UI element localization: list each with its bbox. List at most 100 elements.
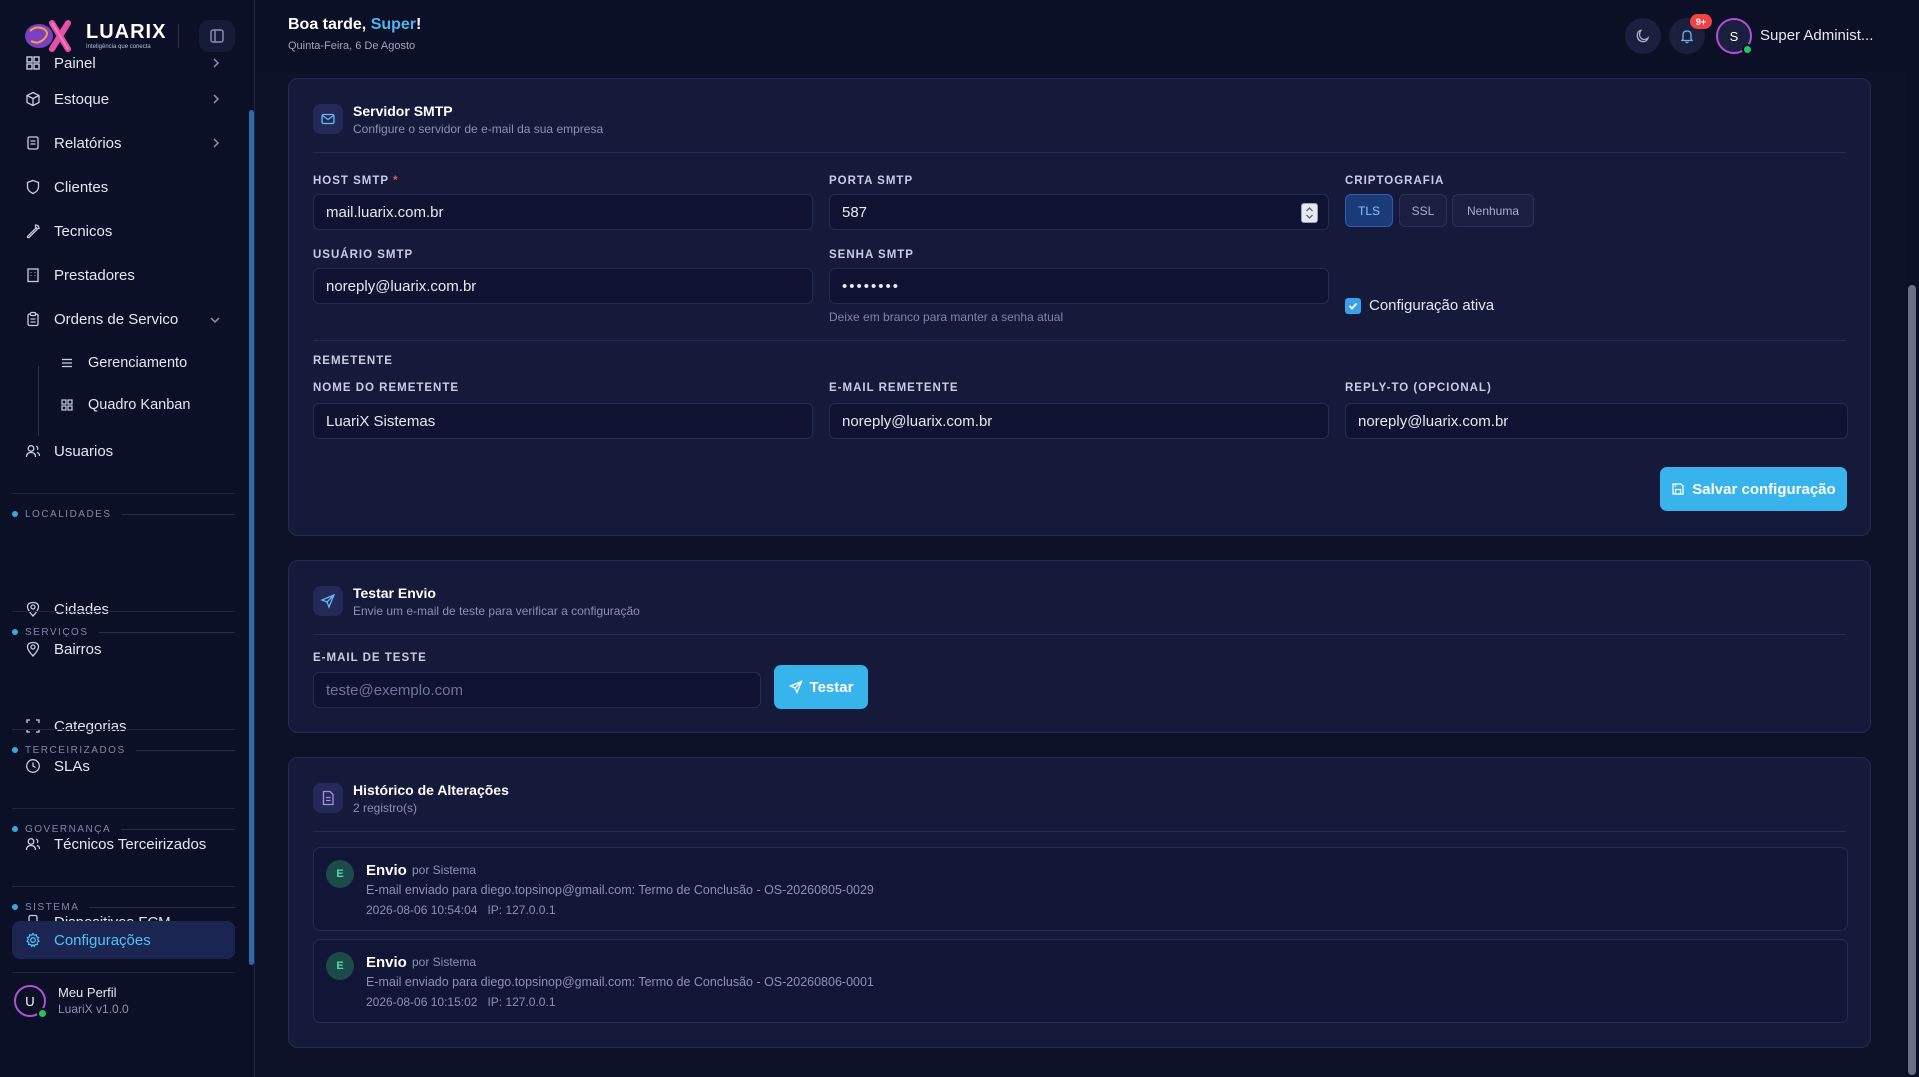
gear-icon bbox=[24, 931, 42, 949]
port-label: PORTA SMTP bbox=[829, 175, 914, 187]
stepper-arrows-icon bbox=[1306, 207, 1313, 219]
card-title: Histórico de Alterações bbox=[353, 782, 509, 798]
history-entry: E Envio por Sistema E-mail enviado para … bbox=[313, 939, 1848, 1023]
chevron-right-icon bbox=[211, 136, 221, 153]
sender-section-label: REMETENTE bbox=[313, 355, 393, 367]
entry-timestamp: 2026-08-06 10:54:04 bbox=[366, 903, 478, 917]
sidebar-item-label: Usuarios bbox=[54, 442, 114, 460]
sidebar-item-usuarios[interactable]: Usuarios bbox=[12, 432, 235, 470]
active-config-checkbox[interactable]: Configuração ativa bbox=[1345, 297, 1494, 314]
user-avatar[interactable]: S bbox=[1716, 18, 1753, 55]
divider bbox=[313, 152, 1846, 153]
sidebar: LUARIX Inteligência que conecta Painel E… bbox=[0, 0, 255, 1077]
sidebar-item-label: Técnicos Terceirizados bbox=[54, 835, 207, 853]
send-icon bbox=[788, 680, 803, 694]
user-menu-name[interactable]: Super Administ... bbox=[1760, 27, 1873, 44]
host-input[interactable]: mail.luarix.com.br bbox=[313, 194, 813, 230]
test-send-card: Testar Envio Envie um e-mail de teste pa… bbox=[288, 560, 1871, 733]
port-stepper[interactable] bbox=[1301, 203, 1318, 223]
profile-name: Meu Perfil bbox=[58, 985, 117, 1001]
sidebar-item-ordens[interactable]: Ordens de Servico bbox=[12, 300, 235, 338]
crypto-option-ssl[interactable]: SSL bbox=[1399, 194, 1447, 227]
entry-ip: IP: 127.0.0.1 bbox=[487, 903, 556, 917]
entry-description: E-mail enviado para diego.topsinop@gmail… bbox=[366, 975, 874, 989]
users-icon bbox=[24, 835, 42, 853]
theme-toggle-button[interactable] bbox=[1625, 18, 1661, 54]
divider bbox=[12, 611, 235, 612]
map-pin-icon bbox=[24, 600, 42, 618]
entry-type: Envio bbox=[366, 954, 407, 971]
shield-icon bbox=[24, 178, 42, 196]
sidebar-item-tecnicos[interactable]: Tecnicos bbox=[12, 212, 235, 250]
users-icon bbox=[24, 442, 42, 460]
divider bbox=[12, 808, 235, 809]
kanban-icon bbox=[58, 396, 76, 414]
card-header: Testar Envio Envie um e-mail de teste pa… bbox=[313, 585, 640, 618]
entry-description: E-mail enviado para diego.topsinop@gmail… bbox=[366, 883, 874, 897]
password-label: SENHA SMTP bbox=[829, 249, 914, 261]
entry-avatar: E bbox=[326, 860, 354, 888]
divider bbox=[313, 340, 1846, 341]
reply-to-input[interactable]: noreply@luarix.com.br bbox=[1345, 403, 1848, 439]
smtp-user-input[interactable]: noreply@luarix.com.br bbox=[313, 268, 813, 304]
history-entry: E Envio por Sistema E-mail enviado para … bbox=[313, 847, 1848, 931]
password-hint: Deixe em branco para manter a senha atua… bbox=[829, 310, 1064, 324]
sidebar-item-label: Quadro Kanban bbox=[88, 397, 191, 413]
card-header: Servidor SMTP Configure o servidor de e-… bbox=[313, 103, 603, 136]
mail-icon bbox=[313, 104, 343, 134]
chevron-right-icon bbox=[211, 56, 221, 73]
user-label: USUÁRIO SMTP bbox=[313, 249, 414, 261]
sidebar-item-categorias[interactable]: Categorias bbox=[12, 707, 235, 745]
moon-icon bbox=[1636, 29, 1650, 43]
section-label-governanca: GOVERNANÇA bbox=[12, 822, 235, 836]
sidebar-item-painel[interactable]: Painel bbox=[12, 44, 235, 82]
sidebar-item-gerenciamento[interactable]: Gerenciamento bbox=[46, 344, 235, 382]
sidebar-item-label: SLAs bbox=[54, 757, 90, 775]
test-send-button[interactable]: Testar bbox=[774, 665, 868, 709]
building-icon bbox=[24, 266, 42, 284]
card-subtitle: Envie um e-mail de teste para verificar … bbox=[353, 603, 640, 618]
entry-meta: 2026-08-06 10:54:04 IP: 127.0.0.1 bbox=[366, 903, 556, 917]
sidebar-item-label: Estoque bbox=[54, 90, 110, 108]
scan-icon bbox=[24, 717, 42, 735]
wrench-icon bbox=[24, 222, 42, 240]
section-label-localidades: LOCALIDADES bbox=[12, 507, 235, 521]
entry-meta: 2026-08-06 10:15:02 IP: 127.0.0.1 bbox=[366, 995, 556, 1009]
sidebar-item-label: Configurações bbox=[54, 931, 151, 949]
bell-icon bbox=[1680, 30, 1694, 44]
crypto-option-none[interactable]: Nenhuma bbox=[1452, 194, 1534, 227]
password-input[interactable]: •••••••• bbox=[829, 268, 1329, 304]
sidebar-item-label: Relatórios bbox=[54, 134, 122, 152]
sidebar-item-cidades[interactable]: Cidades bbox=[12, 590, 235, 628]
report-icon bbox=[24, 134, 42, 152]
crypto-option-tls[interactable]: TLS bbox=[1345, 194, 1393, 227]
sender-email-input[interactable]: noreply@luarix.com.br bbox=[829, 403, 1329, 439]
test-email-input[interactable]: teste@exemplo.com bbox=[313, 672, 761, 708]
save-config-button[interactable]: Salvar configuração bbox=[1660, 467, 1847, 511]
sidebar-item-clientes[interactable]: Clientes bbox=[12, 168, 235, 206]
host-label: HOST SMTP * bbox=[313, 175, 399, 187]
divider bbox=[12, 972, 235, 973]
sidebar-item-label: Tecnicos bbox=[54, 222, 113, 240]
sidebar-item-prestadores[interactable]: Prestadores bbox=[12, 256, 235, 294]
history-count: 2 registro(s) bbox=[353, 800, 418, 815]
sidebar-item-label: Categorias bbox=[54, 717, 127, 735]
divider bbox=[12, 493, 235, 494]
sidebar-scrollbar[interactable] bbox=[249, 110, 254, 965]
sidebar-item-label: Cidades bbox=[54, 600, 110, 618]
chevron-down-icon bbox=[209, 312, 221, 329]
crypto-label: CRIPTOGRAFIA bbox=[1345, 175, 1445, 187]
sidebar-item-configuracoes[interactable]: Configurações bbox=[12, 921, 235, 959]
file-text-icon bbox=[313, 783, 343, 813]
sidebar-item-relatorios[interactable]: Relatórios bbox=[12, 124, 235, 162]
profile-link[interactable]: U Meu Perfil LuariX v1.0.0 bbox=[14, 985, 129, 1019]
main-scrollbar[interactable] bbox=[1908, 285, 1916, 1075]
section-label-sistema: SISTEMA bbox=[12, 900, 235, 914]
sidebar-item-estoque[interactable]: Estoque bbox=[12, 80, 235, 118]
card-header: Histórico de Alterações 2 registro(s) bbox=[313, 782, 509, 815]
entry-avatar: E bbox=[326, 952, 354, 980]
sender-name-input[interactable]: LuariX Sistemas bbox=[313, 403, 813, 439]
port-input[interactable]: 587 bbox=[829, 194, 1329, 230]
map-pin-icon bbox=[24, 640, 42, 658]
sidebar-item-kanban[interactable]: Quadro Kanban bbox=[46, 386, 235, 424]
